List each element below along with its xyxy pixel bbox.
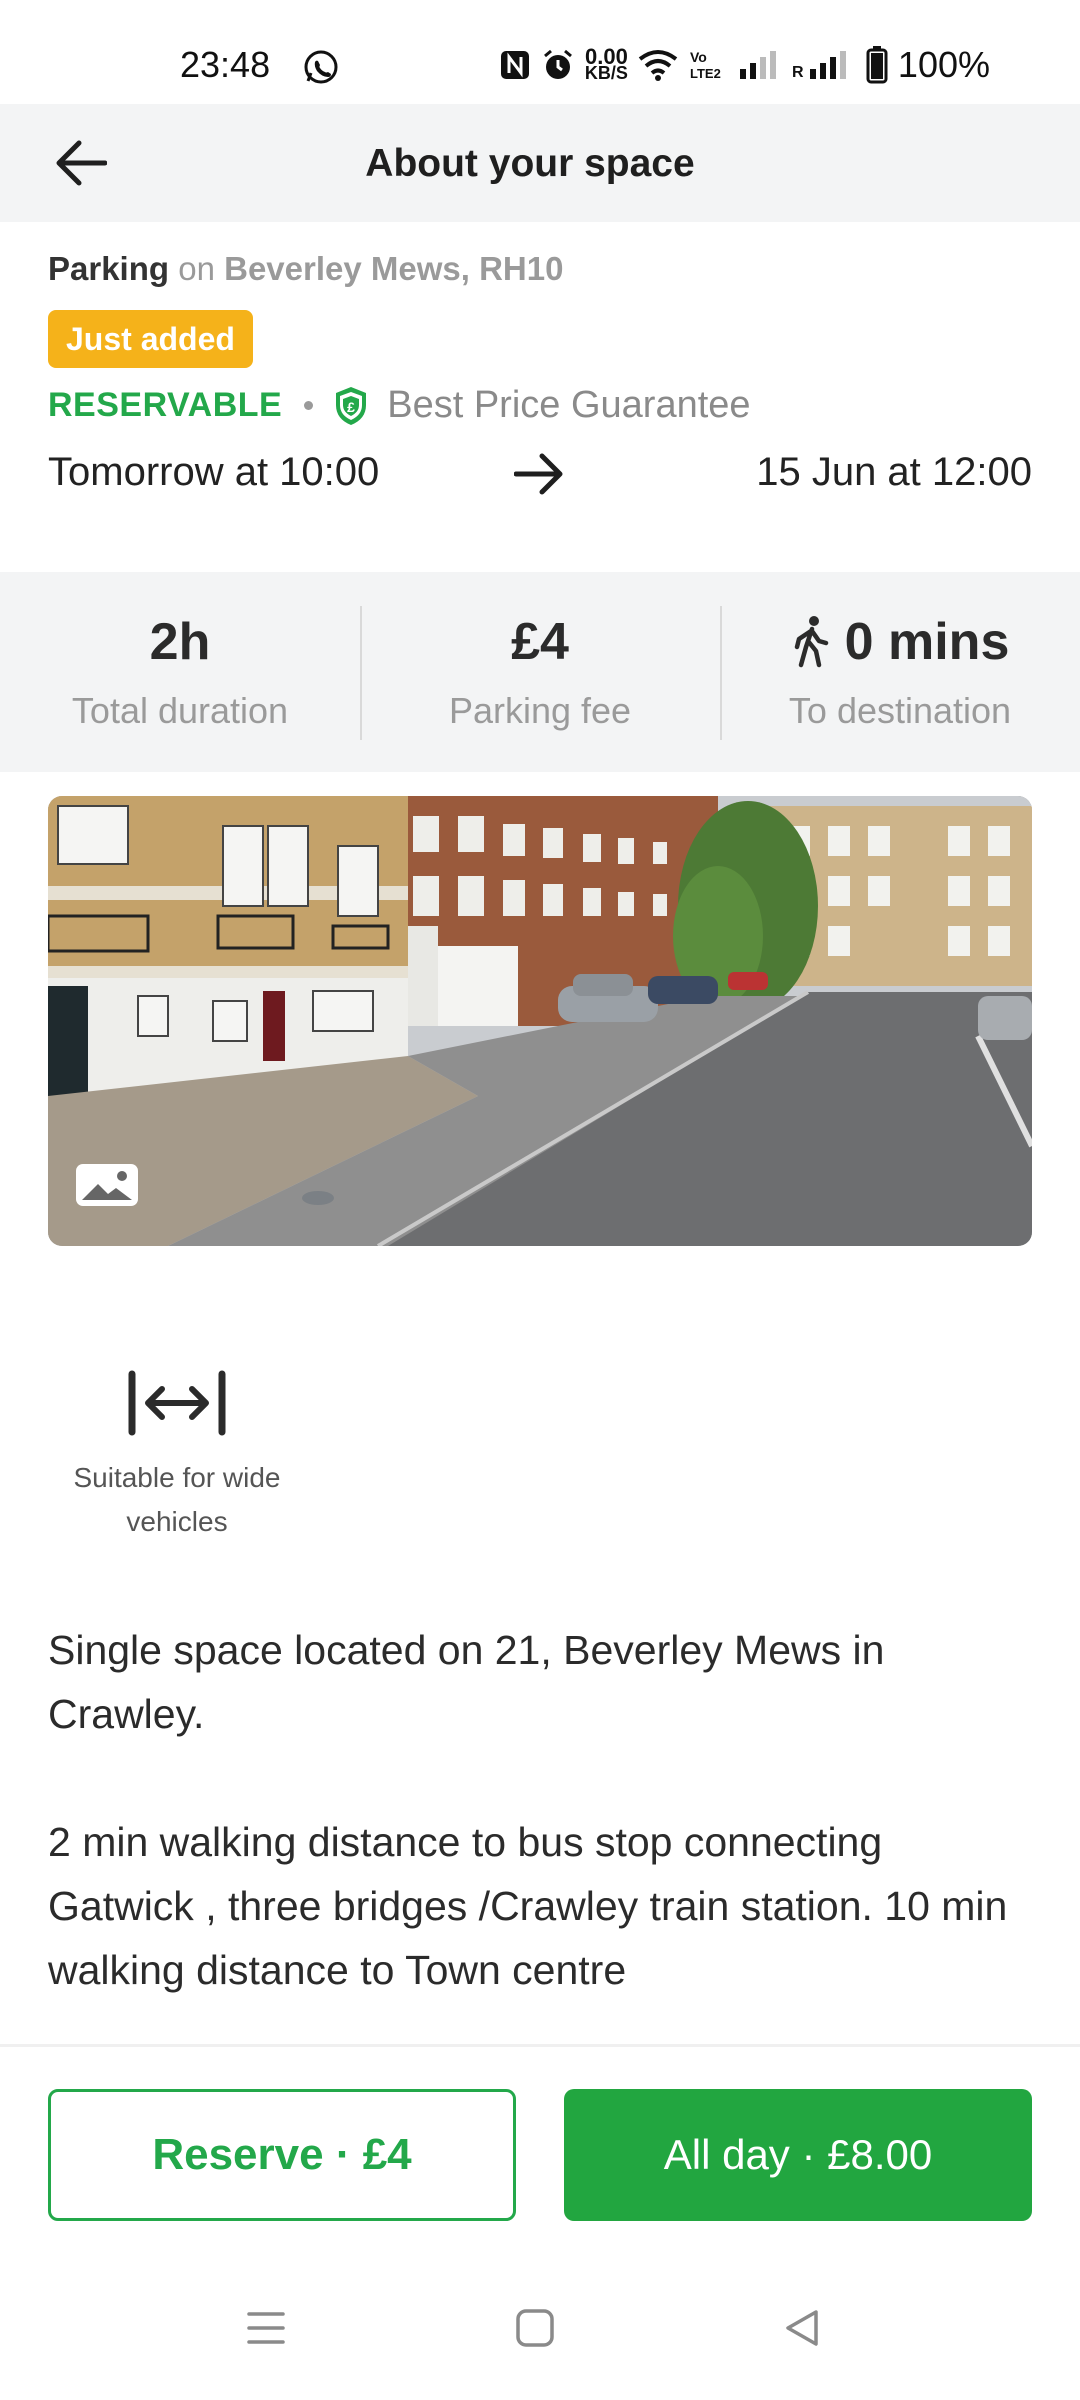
back-nav-button[interactable]	[772, 2298, 832, 2358]
stat-destination-text: 0 mins	[844, 613, 1010, 671]
description-paragraph-2: 2 min walking distance to bus stop conne…	[48, 1819, 1008, 1993]
stat-destination: 0 mins To destination	[720, 572, 1080, 772]
stat-duration-value: 2h	[149, 613, 211, 671]
network-speed: 0.00 KB/S	[584, 44, 628, 83]
description-paragraph-1: Single space located on 21, Beverley Mew…	[48, 1627, 885, 1737]
battery-percentage: 100%	[897, 44, 990, 85]
signal-icon	[739, 51, 776, 79]
stat-destination-label: To destination	[788, 690, 1012, 731]
volte-icon: Vo LTE2	[690, 49, 721, 81]
space-description: Single space located on 21, Beverley Mew…	[48, 1618, 1038, 2002]
separator-dot	[304, 401, 314, 410]
feature-wide-vehicles: Suitable for wide vehicles	[48, 1370, 306, 1544]
svg-text:Vo: Vo	[690, 49, 707, 65]
triangle-back-icon	[786, 2310, 818, 2346]
svg-text:LTE2: LTE2	[690, 66, 721, 81]
location-name: Beverley Mews, RH10	[224, 250, 564, 287]
reservation-status-line: RESERVABLE £ Best Price Guarantee	[48, 384, 751, 427]
all-day-button[interactable]: All day · £8.00	[564, 2089, 1032, 2221]
reservable-label: RESERVABLE	[48, 386, 283, 424]
system-navigation-bar	[0, 2248, 1080, 2400]
street-view-photo[interactable]	[48, 796, 1032, 1246]
signal-roaming-icon: R	[792, 51, 846, 81]
best-price-guarantee[interactable]: Best Price Guarantee	[387, 384, 750, 427]
battery-icon	[866, 46, 888, 84]
status-time: 23:48	[180, 44, 271, 85]
space-header: Parking on Beverley Mews, RH10 Just adde…	[48, 250, 1032, 495]
stat-destination-value: 0 mins	[720, 612, 1080, 672]
wide-vehicle-icon	[128, 1370, 226, 1436]
gallery-icon[interactable]	[74, 1162, 140, 1208]
app-bar: About your space	[0, 104, 1080, 222]
date-to: 15 Jun at 12:00	[756, 450, 1032, 494]
shield-icon: £	[336, 386, 367, 425]
recent-apps-button[interactable]	[236, 2298, 296, 2358]
alarm-icon	[543, 49, 572, 79]
status-bar: 23:48 0.00 KB/S Vo LTE2 R 100%	[0, 0, 1080, 104]
status-icons: 0.00 KB/S Vo LTE2 R 100%	[499, 44, 990, 86]
square-icon	[516, 2309, 554, 2347]
menu-icon	[247, 2312, 285, 2344]
street-scene-image	[48, 796, 1032, 1246]
booking-dates: Tomorrow at 10:00 15 Jun at 12:00	[48, 450, 1032, 500]
location-preposition: on	[178, 250, 215, 287]
nfc-icon	[500, 51, 529, 79]
booking-action-bar: Reserve · £4 All day · £8.00	[0, 2044, 1080, 2244]
stat-duration: 2h Total duration	[0, 572, 360, 772]
home-button[interactable]	[505, 2298, 565, 2358]
arrow-right-icon	[514, 453, 563, 495]
date-from: Tomorrow at 10:00	[48, 450, 380, 494]
walking-icon	[794, 616, 828, 668]
just-added-badge: Just added	[48, 310, 253, 368]
reserve-button[interactable]: Reserve · £4	[48, 2089, 516, 2221]
page-title: About your space	[365, 142, 695, 185]
stat-duration-label: Total duration	[71, 690, 289, 731]
svg-text:£: £	[347, 399, 355, 415]
stat-fee: £4 Parking fee	[360, 572, 720, 772]
stat-fee-value: £4	[511, 613, 569, 671]
stat-fee-label: Parking fee	[448, 690, 632, 731]
wifi-icon	[638, 50, 678, 81]
feature-label: Suitable for wide vehicles	[73, 1462, 281, 1537]
location-line: Parking on Beverley Mews, RH10	[48, 250, 1032, 288]
summary-stats: 2h Total duration £4 Parking fee 0 mins …	[0, 572, 1080, 772]
whatsapp-icon	[304, 50, 338, 84]
space-type: Parking	[48, 250, 170, 287]
svg-text:R: R	[792, 64, 804, 81]
